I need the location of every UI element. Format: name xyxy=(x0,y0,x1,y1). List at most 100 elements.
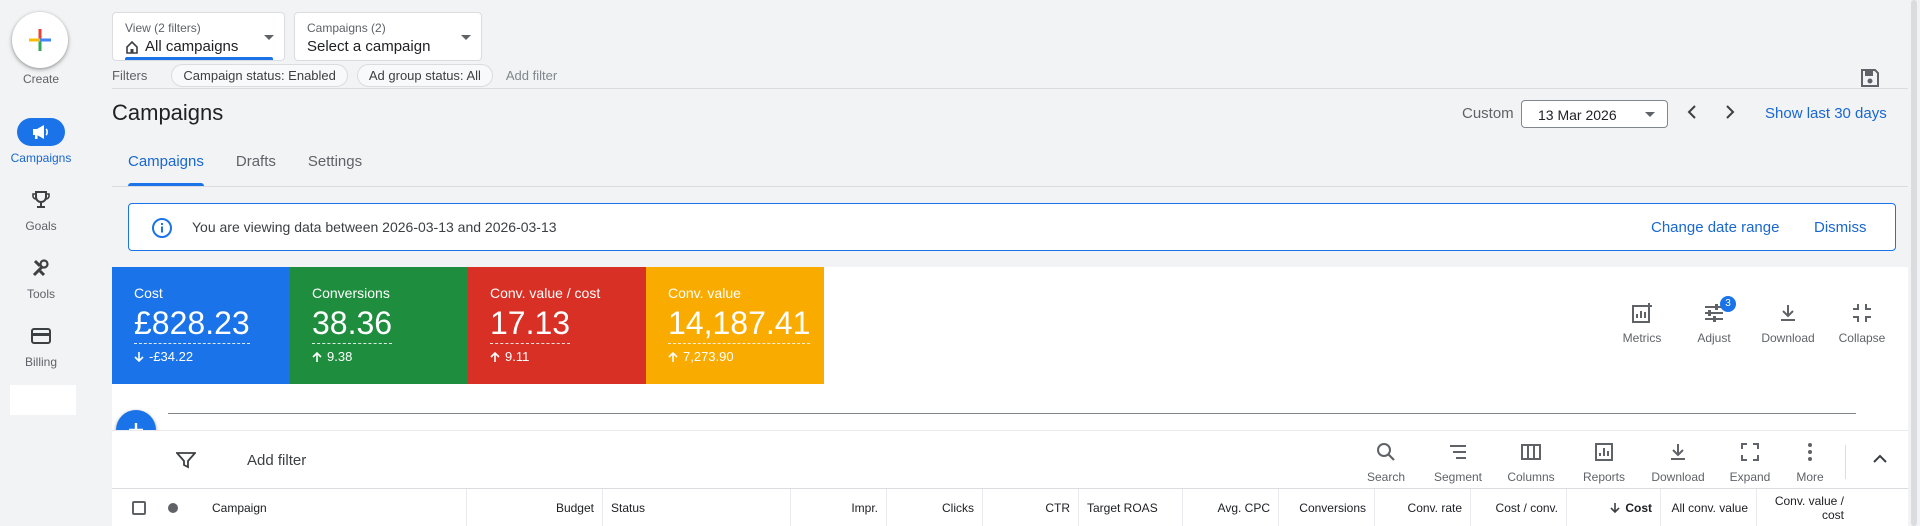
scorecard-delta-value: 9.38 xyxy=(327,349,353,364)
filter-chip-campaign-status[interactable]: Campaign status: Enabled xyxy=(171,63,348,87)
sort-desc-icon xyxy=(1610,503,1620,514)
column-status[interactable]: Status xyxy=(602,489,790,526)
scrollbar-thumb[interactable] xyxy=(1911,0,1917,526)
column-all-conv-value[interactable]: All conv. value xyxy=(1660,489,1756,526)
next-period-button[interactable] xyxy=(1718,100,1742,124)
chevron-down-icon xyxy=(264,35,274,40)
column-target-roas[interactable]: Target ROAS xyxy=(1078,489,1182,526)
search-icon xyxy=(1354,442,1418,466)
column-impr[interactable]: Impr. xyxy=(790,489,886,526)
tool-label: Reports xyxy=(1582,470,1626,484)
collapse-button[interactable]: Collapse xyxy=(1830,302,1894,345)
campaign-selector-value: Select a campaign xyxy=(307,38,430,55)
scorecard-conv-value[interactable]: Conv. value 14,187.41 7,273.90 xyxy=(646,267,824,384)
rail-item-goals[interactable]: Goals xyxy=(0,186,82,233)
campaign-selector-text: Select a campaign xyxy=(307,38,431,55)
previous-period-button[interactable] xyxy=(1680,100,1704,124)
column-conv-rate[interactable]: Conv. rate xyxy=(1374,489,1470,526)
rail-label: Campaigns xyxy=(10,151,72,165)
rail-label: Billing xyxy=(24,355,57,369)
segment-button[interactable]: Segment xyxy=(1426,442,1490,484)
table-download-button[interactable]: Download xyxy=(1646,442,1710,484)
tab-divider xyxy=(112,186,1920,187)
view-selector-text: All campaigns xyxy=(145,38,239,55)
date-picker-value: 13 Mar 2026 xyxy=(1538,107,1617,123)
add-filter-link[interactable]: Add filter xyxy=(506,68,557,83)
home-icon xyxy=(126,40,138,54)
tool-label: Download xyxy=(1761,331,1815,345)
rail-item-billing[interactable]: Billing xyxy=(0,322,82,369)
date-info-banner: You are viewing data between 2026-03-13 … xyxy=(128,203,1896,251)
show-last-30-days-link[interactable]: Show last 30 days xyxy=(1765,105,1887,122)
select-all-checkbox[interactable] xyxy=(132,501,146,515)
view-selector-value: All campaigns xyxy=(125,38,238,55)
column-conversions[interactable]: Conversions xyxy=(1278,489,1374,526)
tool-label: Segment xyxy=(1433,470,1483,484)
campaign-selector-caption: Campaigns (2) xyxy=(307,21,386,35)
date-range-type: Custom xyxy=(1462,105,1514,122)
arrow-down-icon xyxy=(134,351,144,362)
arrow-up-icon xyxy=(668,351,678,362)
campaign-selector[interactable]: Campaigns (2) Select a campaign xyxy=(294,12,482,61)
column-cost-label: Cost xyxy=(1625,501,1652,515)
scorecards-panel: Cost £828.23 -£34.22 Conversions 38.36 9… xyxy=(112,267,1920,384)
scorecard-conversions[interactable]: Conversions 38.36 9.38 xyxy=(290,267,468,384)
column-cost-per-conv[interactable]: Cost / conv. xyxy=(1470,489,1566,526)
tab-settings[interactable]: Settings xyxy=(292,148,378,186)
column-ctr[interactable]: CTR xyxy=(982,489,1078,526)
plus-icon xyxy=(29,29,51,51)
chevron-right-icon xyxy=(1726,105,1735,119)
segment-icon xyxy=(1426,442,1490,466)
tool-label: Columns xyxy=(1507,470,1555,484)
change-date-range-link[interactable]: Change date range xyxy=(1651,219,1779,236)
column-cost[interactable]: Cost xyxy=(1566,489,1660,526)
chevron-up-icon[interactable] xyxy=(1872,451,1888,467)
tab-drafts[interactable]: Drafts xyxy=(220,148,292,186)
arrow-up-icon xyxy=(312,351,322,362)
rail-item-tools[interactable]: Tools xyxy=(0,254,82,301)
column-clicks[interactable]: Clicks xyxy=(886,489,982,526)
metrics-button[interactable]: Metrics xyxy=(1610,302,1674,345)
create-label: Create xyxy=(22,72,60,86)
rail-blank-panel xyxy=(10,385,76,415)
adjust-button[interactable]: 3 Adjust xyxy=(1682,296,1746,345)
adjust-icon: 3 xyxy=(1682,296,1746,326)
reports-button[interactable]: Reports xyxy=(1572,442,1636,484)
scorecard-delta: 9.38 xyxy=(312,349,352,364)
scorecard-name: Conversions xyxy=(312,285,390,301)
columns-button[interactable]: Columns xyxy=(1499,442,1563,484)
status-dot-icon xyxy=(168,503,178,513)
chevron-down-icon xyxy=(461,35,471,40)
more-icon xyxy=(1778,442,1842,466)
nav-rail: Create Campaigns Goals Tools Billing xyxy=(0,0,82,526)
table-add-filter[interactable]: Add filter xyxy=(247,452,306,469)
filters-label: Filters xyxy=(112,67,148,83)
date-picker[interactable]: 13 Mar 2026 xyxy=(1521,100,1668,128)
scorecard-name: Conv. value / cost xyxy=(490,285,601,301)
more-button[interactable]: More xyxy=(1778,442,1842,484)
view-selector-underline xyxy=(125,57,273,60)
scorecard-cost[interactable]: Cost £828.23 -£34.22 xyxy=(112,267,290,384)
search-button[interactable]: Search xyxy=(1354,442,1418,484)
column-conv-value-cost[interactable]: Conv. value / cost xyxy=(1756,489,1852,526)
chart-area xyxy=(112,384,1920,430)
expand-button[interactable]: Expand xyxy=(1718,442,1782,484)
create-button[interactable] xyxy=(12,12,68,68)
download-button[interactable]: Download xyxy=(1756,302,1820,345)
dismiss-link[interactable]: Dismiss xyxy=(1814,219,1867,236)
column-budget[interactable]: Budget xyxy=(466,489,602,526)
scorecard-name: Cost xyxy=(134,285,163,301)
save-icon[interactable] xyxy=(1860,68,1880,93)
column-avg-cpc[interactable]: Avg. CPC xyxy=(1182,489,1278,526)
scorecard-delta: 7,273.90 xyxy=(668,349,734,364)
filter-icon[interactable] xyxy=(176,451,196,469)
column-campaign[interactable]: Campaign xyxy=(204,489,466,526)
tab-campaigns[interactable]: Campaigns xyxy=(112,148,220,186)
scorecard-conv-value-cost[interactable]: Conv. value / cost 17.13 9.11 xyxy=(468,267,646,384)
rail-item-campaigns[interactable]: Campaigns xyxy=(0,118,82,165)
scorecard-delta-value: -£34.22 xyxy=(149,349,194,364)
view-selector[interactable]: View (2 filters) All campaigns xyxy=(112,12,285,61)
tool-label: Metrics xyxy=(1622,331,1662,345)
scorecard-name: Conv. value xyxy=(668,285,741,301)
filter-chip-ad-group-status[interactable]: Ad group status: All xyxy=(356,63,493,87)
